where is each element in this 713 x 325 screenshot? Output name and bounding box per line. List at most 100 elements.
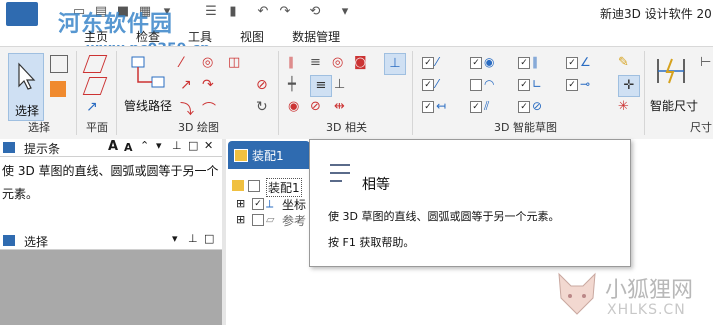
smart-dimension-button[interactable]: [654, 55, 690, 87]
plane-offset-icon[interactable]: [82, 77, 108, 95]
rotate-icon[interactable]: ↻: [256, 99, 272, 115]
tree-item[interactable]: ⊞ ✓ ⟂ 坐标: [236, 196, 316, 212]
pin-icon[interactable]: ⊥: [172, 139, 182, 152]
pin-icon[interactable]: ⊥: [188, 232, 198, 245]
axis-icon[interactable]: ↗: [86, 99, 102, 115]
ribbon: 选择 选择 ↗ 平面 管线路径 ⁄ ◎ ↗ ↷ ⤵ ⌒ 3D 绘图 ◫ ⊘ ↻ …: [0, 46, 713, 140]
dropdown-icon[interactable]: ▾: [172, 232, 178, 245]
undo-icon[interactable]: ↶: [254, 2, 272, 20]
checkbox-10[interactable]: ✓: [470, 101, 482, 113]
tab-view[interactable]: 视图: [226, 28, 278, 46]
pipe-path-icon: [131, 56, 165, 88]
watermark-bottom-en: XHLKS.CN: [607, 302, 686, 318]
arc-3d-icon[interactable]: ↷: [202, 77, 218, 93]
concentric-icon[interactable]: ◎: [332, 55, 348, 71]
select-pane-body[interactable]: [0, 250, 222, 325]
expand-icon[interactable]: ⊞: [236, 213, 245, 226]
snap-icon[interactable]: ✳: [618, 99, 634, 115]
pipe-path-label: 管线路径: [124, 99, 173, 113]
tab-data-management[interactable]: 数据管理: [278, 28, 354, 46]
tooltip-title: 相等: [362, 177, 390, 193]
point-icon[interactable]: ✛: [618, 75, 640, 97]
window-title: 新迪3D 设计软件 20: [600, 7, 712, 21]
arc-3d-alt-icon[interactable]: ⌒: [202, 99, 218, 118]
rigid-icon[interactable]: ◙: [354, 55, 370, 71]
collapse-icon[interactable]: ⌃: [140, 139, 149, 152]
smart-dimension-icon: [657, 58, 685, 84]
smart-parallel-icon: ∥: [532, 55, 538, 69]
document-tab-label: 装配1: [252, 149, 284, 163]
checkbox-5[interactable]: ✓: [422, 79, 434, 91]
parallel-icon[interactable]: ∥: [288, 55, 304, 71]
customize-icon[interactable]: ▾: [336, 2, 354, 20]
expand-icon[interactable]: ⊞: [236, 197, 245, 210]
repeat-icon[interactable]: ⟲: [306, 2, 324, 20]
assembly-icon: [232, 180, 244, 191]
document-tab[interactable]: 装配1: [228, 141, 310, 169]
folder-icon[interactable]: ▮: [224, 2, 242, 20]
checkbox-8[interactable]: ✓: [566, 79, 578, 91]
fox-logo-icon: [558, 272, 596, 315]
smart-horizontal-icon: ↤: [436, 99, 447, 113]
horizontal-icon[interactable]: ⊥: [334, 77, 350, 93]
hint-pane-title: 提示条: [24, 142, 61, 156]
tooltip-help: 按 F1 获取帮助。: [328, 236, 415, 249]
tab-home[interactable]: 主页: [70, 28, 122, 46]
line-3d-icon[interactable]: ⁄: [180, 55, 196, 71]
smart-tangent-icon: ⊸: [580, 77, 591, 91]
dim-more-icon[interactable]: ⊢: [700, 55, 713, 71]
cursor-box-icon[interactable]: [50, 55, 68, 73]
trim-icon[interactable]: ◫: [228, 55, 244, 71]
hint-text: 使 3D 草图的直线、圆弧或圆等于另一个元素。: [2, 164, 219, 201]
checkbox-1[interactable]: ✓: [422, 57, 434, 69]
checkbox-3[interactable]: ✓: [518, 57, 530, 69]
select-pane-icon: [3, 235, 15, 246]
component-icon[interactable]: [50, 81, 66, 97]
tree-checkbox[interactable]: [248, 180, 260, 192]
font-smaller-icon[interactable]: A: [124, 141, 133, 154]
connect-icon[interactable]: ┿: [288, 77, 304, 93]
hint-pane-icon: [3, 142, 15, 153]
select-pane-title: 选择: [24, 235, 49, 249]
tree-checkbox[interactable]: ✓: [252, 198, 264, 210]
spline-3d-icon[interactable]: ↗: [180, 77, 196, 93]
checkbox-2[interactable]: ✓: [470, 57, 482, 69]
separator: [278, 51, 279, 135]
tangent-icon[interactable]: ◉: [288, 99, 304, 115]
tree-item[interactable]: ⊞ ▱ 参考: [236, 212, 316, 228]
circle-3d-icon[interactable]: ◎: [202, 55, 218, 71]
tab-tools[interactable]: 工具: [174, 28, 226, 46]
checkbox-9[interactable]: ✓: [422, 101, 434, 113]
tab-inspect[interactable]: 检查: [122, 28, 174, 46]
redo-icon[interactable]: ↷: [276, 2, 294, 20]
plane-group-label: 平面: [86, 121, 108, 134]
symmetric-icon[interactable]: ⇹: [334, 99, 350, 115]
tree-checkbox[interactable]: [252, 214, 264, 226]
tree-root[interactable]: 装配1: [230, 178, 320, 197]
no-constraint-icon[interactable]: ⊘: [256, 77, 272, 93]
lock-dim-icon[interactable]: ⊘: [310, 99, 326, 115]
plane-icon[interactable]: [82, 55, 108, 73]
curve-3d-icon[interactable]: ⤵: [180, 99, 196, 118]
bulb-icon[interactable]: ✎: [618, 55, 634, 71]
checkbox-6[interactable]: [470, 79, 482, 91]
equal-icon[interactable]: ≡: [310, 75, 332, 97]
close-icon[interactable]: ✕: [204, 139, 213, 152]
checkbox-4[interactable]: ✓: [566, 57, 578, 69]
pipe-path-button[interactable]: [126, 55, 172, 91]
restore-icon[interactable]: □: [188, 139, 198, 152]
font-larger-icon[interactable]: A: [108, 139, 118, 154]
collinear-icon[interactable]: ≡: [310, 55, 326, 71]
select-group-label: 选择: [28, 121, 50, 134]
app-logo[interactable]: [6, 2, 38, 26]
tree-item-label: 参考: [282, 214, 307, 228]
checkbox-7[interactable]: ✓: [518, 79, 530, 91]
perpendicular-icon[interactable]: ⊥: [384, 53, 406, 75]
checkbox-11[interactable]: ✓: [518, 101, 530, 113]
separator: [412, 51, 413, 135]
select-button[interactable]: 选择: [8, 53, 44, 121]
restore-icon[interactable]: □: [204, 232, 214, 245]
list-icon[interactable]: ☰: [202, 2, 220, 20]
tree-root-label: 装配1: [266, 178, 302, 197]
dropdown-icon[interactable]: ▾: [156, 139, 162, 152]
